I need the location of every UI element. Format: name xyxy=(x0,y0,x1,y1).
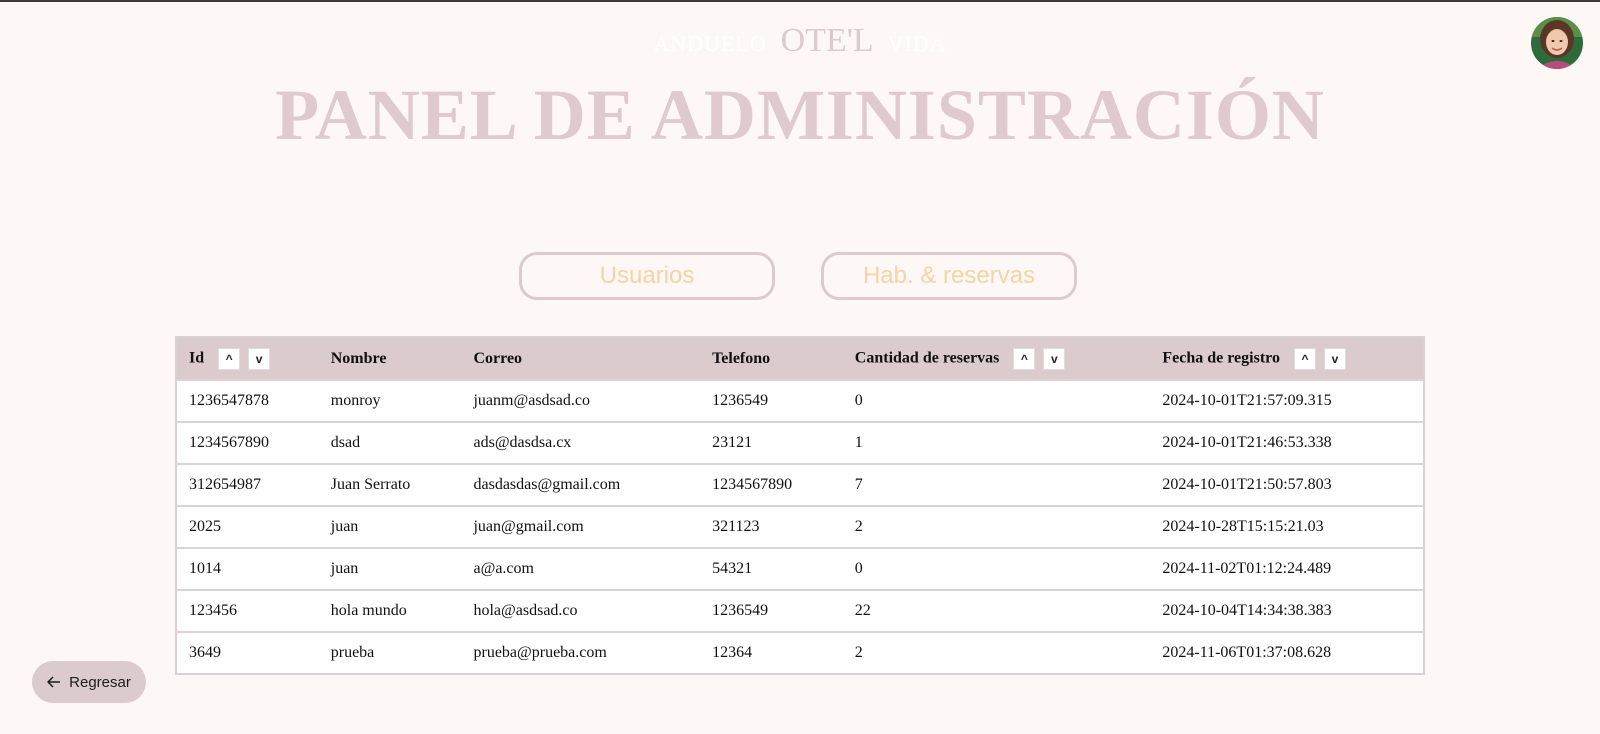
header-correo-label: Correo xyxy=(473,349,523,367)
header-nombre-label: Nombre xyxy=(330,349,387,367)
header-fecha-registro: Fecha de registro ^ v xyxy=(1150,337,1424,380)
cell-fecha-registro: 2024-10-01T21:50:57.803 xyxy=(1150,463,1424,506)
users-table: Id ^ v Nombre Correo Telefono Cantidad d… xyxy=(175,336,1425,675)
user-avatar[interactable] xyxy=(1531,17,1583,69)
cell-fecha-registro: 2024-11-02T01:12:24.489 xyxy=(1150,547,1424,590)
brand-left-text: ANDUELO xyxy=(653,31,767,56)
cell-correo: juan@gmail.com xyxy=(461,505,701,548)
cell-nombre: monroy xyxy=(318,379,462,422)
back-button[interactable]: Regresar xyxy=(32,661,146,703)
cell-cantidad-reservas: 1 xyxy=(842,421,1151,464)
cell-telefono: 1236549 xyxy=(700,379,843,422)
table-row: 1234567890 dsad ads@dasdsa.cx 23121 1 20… xyxy=(176,421,1424,464)
cell-telefono: 1236549 xyxy=(700,589,843,632)
brand-main-text: OTE'L xyxy=(780,22,874,59)
header-cantidad-reservas: Cantidad de reservas ^ v xyxy=(842,337,1151,380)
header-correo: Correo xyxy=(461,337,701,380)
cell-correo: hola@asdsad.co xyxy=(461,589,701,632)
cell-id: 1234567890 xyxy=(176,421,319,464)
table-row: 3649 prueba prueba@prueba.com 12364 2 20… xyxy=(176,631,1424,674)
cell-correo: juanm@asdsad.co xyxy=(461,379,701,422)
sort-id-asc-button[interactable]: ^ xyxy=(218,347,241,370)
tab-usuarios[interactable]: Usuarios xyxy=(519,252,775,300)
table-row: 2025 juan juan@gmail.com 321123 2 2024-1… xyxy=(176,505,1424,548)
cell-correo: a@a.com xyxy=(461,547,701,590)
sort-reservas-asc-button[interactable]: ^ xyxy=(1013,347,1036,370)
cell-id: 123456 xyxy=(176,589,319,632)
sort-fecha-desc-button[interactable]: v xyxy=(1323,347,1346,370)
cell-cantidad-reservas: 7 xyxy=(842,463,1151,506)
top-border xyxy=(0,0,1600,2)
cell-fecha-registro: 2024-10-01T21:57:09.315 xyxy=(1150,379,1424,422)
header-id-label: Id xyxy=(189,349,205,367)
cell-telefono: 54321 xyxy=(700,547,843,590)
cell-id: 3649 xyxy=(176,631,319,674)
cell-id: 312654987 xyxy=(176,463,319,506)
tab-habitaciones-reservas[interactable]: Hab. & reservas xyxy=(821,252,1077,300)
page-title: PANEL DE ADMINISTRACIÓN xyxy=(275,75,1325,155)
cell-id: 1236547878 xyxy=(176,379,319,422)
cell-telefono: 12364 xyxy=(700,631,843,674)
cell-telefono: 321123 xyxy=(700,505,843,548)
sort-fecha-asc-button[interactable]: ^ xyxy=(1293,347,1316,370)
cell-fecha-registro: 2024-10-28T15:15:21.03 xyxy=(1150,505,1424,548)
cell-correo: ads@dasdsa.cx xyxy=(461,421,701,464)
cell-telefono: 1234567890 xyxy=(700,463,843,506)
header-telefono: Telefono xyxy=(700,337,843,380)
table-header-row: Id ^ v Nombre Correo Telefono Cantidad d… xyxy=(176,337,1424,380)
cell-id: 1014 xyxy=(176,547,319,590)
cell-nombre: juan xyxy=(318,505,462,548)
table-row: 1014 juan a@a.com 54321 0 2024-11-02T01:… xyxy=(176,547,1424,590)
cell-nombre: juan xyxy=(318,547,462,590)
brand-logo: ANDUELO OTE'L VIDA xyxy=(0,22,1600,60)
cell-cantidad-reservas: 0 xyxy=(842,547,1151,590)
cell-nombre: dsad xyxy=(318,421,462,464)
table-row: 1236547878 monroy juanm@asdsad.co 123654… xyxy=(176,379,1424,422)
header-fecha-registro-label: Fecha de registro xyxy=(1162,349,1280,367)
cell-correo: dasdasdas@gmail.com xyxy=(461,463,701,506)
cell-nombre: prueba xyxy=(318,631,462,674)
brand-right-text: VIDA xyxy=(887,31,947,56)
back-button-label: Regresar xyxy=(69,673,131,691)
header-id: Id ^ v xyxy=(176,337,319,380)
cell-nombre: hola mundo xyxy=(318,589,462,632)
table-row: 123456 hola mundo hola@asdsad.co 1236549… xyxy=(176,589,1424,632)
cell-fecha-registro: 2024-11-06T01:37:08.628 xyxy=(1150,631,1424,674)
cell-id: 2025 xyxy=(176,505,319,548)
header-cantidad-reservas-label: Cantidad de reservas xyxy=(854,349,1000,367)
avatar-image xyxy=(1531,17,1583,69)
table-row: 312654987 Juan Serrato dasdasdas@gmail.c… xyxy=(176,463,1424,506)
cell-cantidad-reservas: 0 xyxy=(842,379,1151,422)
arrow-left-icon xyxy=(47,676,61,688)
sort-reservas-desc-button[interactable]: v xyxy=(1043,347,1066,370)
cell-fecha-registro: 2024-10-01T21:46:53.338 xyxy=(1150,421,1424,464)
header-telefono-label: Telefono xyxy=(712,349,771,367)
cell-fecha-registro: 2024-10-04T14:34:38.383 xyxy=(1150,589,1424,632)
cell-cantidad-reservas: 2 xyxy=(842,505,1151,548)
cell-cantidad-reservas: 22 xyxy=(842,589,1151,632)
sort-id-desc-button[interactable]: v xyxy=(248,347,271,370)
cell-nombre: Juan Serrato xyxy=(318,463,462,506)
cell-telefono: 23121 xyxy=(700,421,843,464)
cell-correo: prueba@prueba.com xyxy=(461,631,701,674)
header-nombre: Nombre xyxy=(318,337,462,380)
cell-cantidad-reservas: 2 xyxy=(842,631,1151,674)
